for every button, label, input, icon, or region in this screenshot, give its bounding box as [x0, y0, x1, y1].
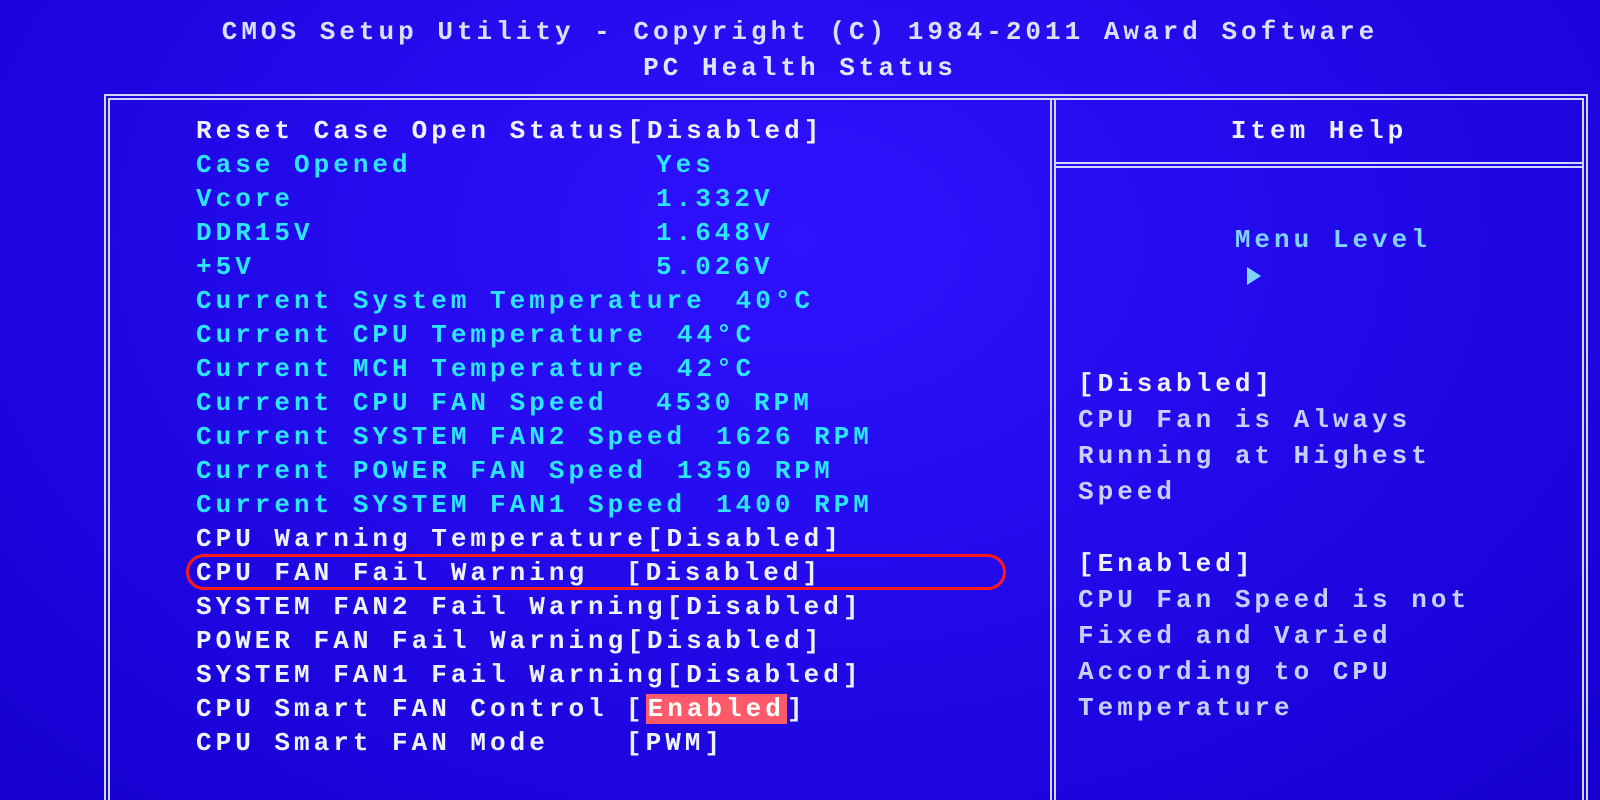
frame: Reset Case Open Status[Disabled]Case Ope…	[104, 94, 1588, 800]
help-text-line: CPU Fan is Always	[1078, 402, 1560, 438]
chevron-right-icon	[1247, 267, 1261, 285]
setting-label: +5V	[196, 250, 626, 284]
help-heading: [Enabled]	[1078, 546, 1560, 582]
setting-value: 1626 RPM	[686, 420, 1020, 454]
setting-power_fan: Current POWER FAN Speed1350 RPM	[196, 454, 1020, 488]
help-text-line: CPU Fan Speed is not	[1078, 582, 1560, 618]
setting-vcore: Vcore1.332V	[196, 182, 1020, 216]
setting-label: Reset Case Open Status	[196, 114, 627, 148]
settings-panel: Reset Case Open Status[Disabled]Case Ope…	[110, 100, 1050, 800]
setting-label: Current POWER FAN Speed	[196, 454, 647, 488]
help-text-line: According to CPU	[1078, 654, 1560, 690]
setting-value: 5.026V	[626, 250, 1020, 284]
setting-cpu_temp: Current CPU Temperature44°C	[196, 318, 1020, 352]
help-text-line: Running at Highest	[1078, 438, 1560, 474]
setting-value[interactable]: [Disabled]	[626, 556, 1020, 590]
setting-reset_case_open[interactable]: Reset Case Open Status[Disabled]	[196, 114, 1020, 148]
setting-value: 42°C	[647, 352, 1020, 386]
setting-value: 44°C	[647, 318, 1020, 352]
setting-label: Case Opened	[196, 148, 626, 182]
setting-value[interactable]: [Disabled]	[666, 590, 1020, 624]
header-subtitle: PC Health Status	[0, 50, 1600, 86]
help-text-line: Fixed and Varied	[1078, 618, 1560, 654]
help-text-line: Temperature	[1078, 690, 1560, 726]
help-heading: [Disabled]	[1078, 366, 1560, 402]
setting-cpu_warn_temp[interactable]: CPU Warning Temperature[Disabled]	[196, 522, 1020, 556]
setting-case_opened: Case OpenedYes	[196, 148, 1020, 182]
setting-value[interactable]: [PWM]	[626, 726, 1020, 760]
setting-label: Current System Temperature	[196, 284, 706, 318]
setting-sys_temp: Current System Temperature40°C	[196, 284, 1020, 318]
setting-value: 1.332V	[626, 182, 1020, 216]
setting-label: SYSTEM FAN2 Fail Warning	[196, 590, 666, 624]
setting-value[interactable]: [Disabled]	[627, 114, 1020, 148]
setting-label: Current CPU Temperature	[196, 318, 647, 352]
setting-label: Vcore	[196, 182, 626, 216]
setting-sys_fan2_fail[interactable]: SYSTEM FAN2 Fail Warning[Disabled]	[196, 590, 1020, 624]
setting-label: Current MCH Temperature	[196, 352, 647, 386]
menu-level: Menu Level	[1078, 186, 1560, 330]
help-spacer	[1078, 330, 1560, 366]
setting-label: DDR15V	[196, 216, 626, 250]
help-title: Item Help	[1056, 100, 1582, 168]
setting-sys_fan1_fail[interactable]: SYSTEM FAN1 Fail Warning[Disabled]	[196, 658, 1020, 692]
setting-value: Yes	[626, 148, 1020, 182]
setting-label: Current SYSTEM FAN1 Speed	[196, 488, 686, 522]
help-body: [Disabled]CPU Fan is AlwaysRunning at Hi…	[1078, 330, 1560, 726]
setting-value[interactable]: [Disabled]	[666, 658, 1020, 692]
setting-value[interactable]: [Disabled]	[627, 624, 1020, 658]
help-panel: Item Help Menu Level [Disabled]CPU Fan i…	[1050, 100, 1582, 800]
setting-cpu_smart_mode[interactable]: CPU Smart FAN Mode[PWM]	[196, 726, 1020, 760]
menu-level-label: Menu Level	[1235, 225, 1431, 255]
setting-cpu_fan: Current CPU FAN Speed4530 RPM	[196, 386, 1020, 420]
setting-sys_fan1: Current SYSTEM FAN1 Speed1400 RPM	[196, 488, 1020, 522]
help-spacer	[1078, 510, 1560, 546]
setting-value: 1350 RPM	[647, 454, 1020, 488]
setting-label: Current CPU FAN Speed	[196, 386, 626, 420]
setting-sys_fan2: Current SYSTEM FAN2 Speed1626 RPM	[196, 420, 1020, 454]
setting-label: Current SYSTEM FAN2 Speed	[196, 420, 686, 454]
setting-label: CPU Smart FAN Control	[196, 692, 626, 726]
setting-cpu_fan_fail[interactable]: CPU FAN Fail Warning[Disabled]	[196, 556, 1020, 590]
setting-value[interactable]: [Enabled]	[626, 692, 1020, 726]
setting-mch_temp: Current MCH Temperature42°C	[196, 352, 1020, 386]
setting-label: CPU Warning Temperature	[196, 522, 647, 556]
bios-screen: CMOS Setup Utility - Copyright (C) 1984-…	[0, 0, 1600, 800]
setting-value: 1.648V	[626, 216, 1020, 250]
setting-value: 40°C	[706, 284, 1020, 318]
header: CMOS Setup Utility - Copyright (C) 1984-…	[0, 0, 1600, 86]
setting-value: 4530 RPM	[626, 386, 1020, 420]
setting-cpu_smart_ctrl[interactable]: CPU Smart FAN Control[Enabled]	[196, 692, 1020, 726]
setting-power_fan_fail[interactable]: POWER FAN Fail Warning[Disabled]	[196, 624, 1020, 658]
setting-label: SYSTEM FAN1 Fail Warning	[196, 658, 666, 692]
header-title: CMOS Setup Utility - Copyright (C) 1984-…	[0, 14, 1600, 50]
setting-value[interactable]: [Disabled]	[647, 522, 1020, 556]
help-text-line: Speed	[1078, 474, 1560, 510]
setting-plus5v: +5V5.026V	[196, 250, 1020, 284]
setting-label: CPU Smart FAN Mode	[196, 726, 626, 760]
setting-ddr15v: DDR15V1.648V	[196, 216, 1020, 250]
setting-label: CPU FAN Fail Warning	[196, 556, 626, 590]
setting-value: 1400 RPM	[686, 488, 1020, 522]
setting-label: POWER FAN Fail Warning	[196, 624, 627, 658]
